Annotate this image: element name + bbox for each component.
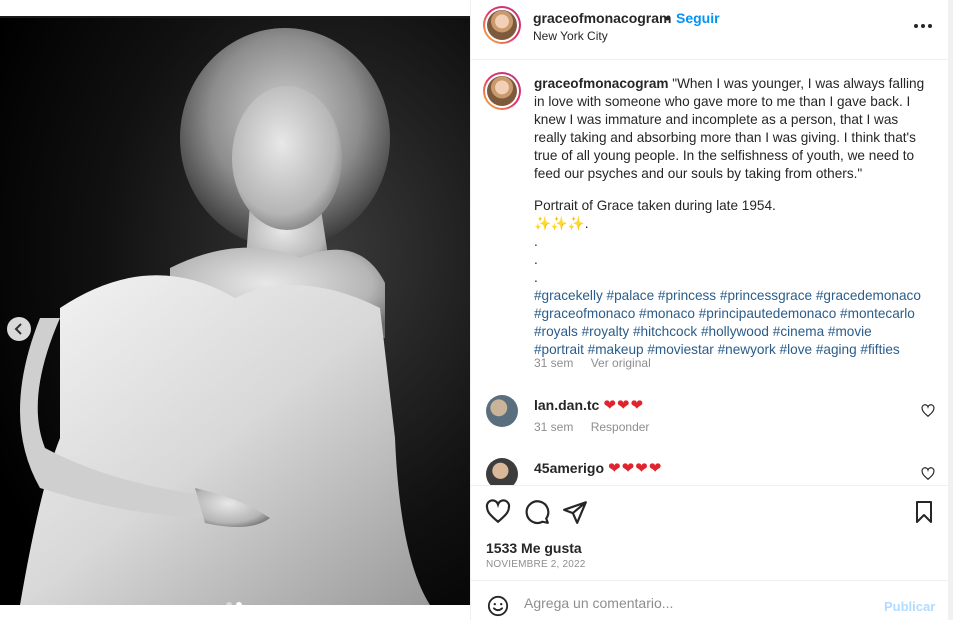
caption-avatar[interactable] <box>483 72 521 110</box>
follow-button[interactable]: Seguir <box>676 10 720 26</box>
author-avatar[interactable] <box>483 6 521 44</box>
comment-composer: Publicar <box>471 580 949 620</box>
caption-line: really taking and absorbing more than I … <box>534 130 916 145</box>
bookmark-icon[interactable] <box>912 499 936 525</box>
caption-dot: . <box>534 270 538 285</box>
post-date: NOVIEMBRE 2, 2022 <box>486 559 586 570</box>
like-heart-icon[interactable] <box>485 499 511 525</box>
commenter-avatar[interactable] <box>486 458 518 485</box>
photo-top-border <box>0 0 470 18</box>
commenter-username[interactable]: lan.dan.tc <box>534 397 599 413</box>
caption-emojis: ✨✨✨. <box>534 216 589 231</box>
hashtag-line[interactable]: #graceofmonaco #monaco #principautedemon… <box>534 305 929 323</box>
reply-button[interactable]: Responder <box>591 420 650 434</box>
header-separator: • <box>665 10 670 26</box>
hashtag-line[interactable]: #gracekelly #palace #princess #princessg… <box>534 287 929 305</box>
comment-meta: 31 sem Responder <box>534 420 649 434</box>
more-horizontal-icon <box>914 24 918 28</box>
comment-input[interactable] <box>524 592 864 614</box>
action-bar: 1533 Me gusta NOVIEMBRE 2, 2022 <box>471 485 949 580</box>
caption-section: graceofmonacogram "When I was younger, I… <box>471 60 949 485</box>
share-send-icon[interactable] <box>562 499 588 525</box>
caption-line: knew I was immature and incomplete as a … <box>534 112 899 127</box>
hashtag-line[interactable]: #royals #royalty #hitchcock #hollywood #… <box>534 323 929 341</box>
caption-dot: . <box>534 252 538 267</box>
carousel-prev-button[interactable] <box>7 317 31 341</box>
commenter-username[interactable]: 45amerigo <box>534 460 604 476</box>
more-options-button[interactable] <box>911 16 935 36</box>
scrollbar-track[interactable] <box>948 0 953 620</box>
caption-line: in love with someone who gave more to me… <box>534 94 911 109</box>
caption-line: true of all young people. In the selfish… <box>534 148 915 163</box>
post-header: graceofmonacogram • Seguir New York City <box>471 0 949 60</box>
post-photo[interactable] <box>0 18 470 605</box>
author-username[interactable]: graceofmonacogram <box>533 10 671 26</box>
commenter-avatar[interactable] <box>486 395 518 427</box>
heart-outline-icon[interactable] <box>921 404 935 418</box>
like-count[interactable]: 1533 Me gusta <box>486 540 582 556</box>
caption-line: feed our psyches and our souls by taking… <box>534 166 863 181</box>
comment-text: ❤❤❤❤ <box>608 460 663 477</box>
caption-time: 31 sem <box>534 356 574 370</box>
comment-text: ❤❤❤ <box>603 397 645 414</box>
photo-pane <box>0 0 470 620</box>
caption-username[interactable]: graceofmonacogram <box>534 76 668 91</box>
comment-time: 31 sem <box>534 420 574 434</box>
post-location[interactable]: New York City <box>533 29 608 43</box>
caption-portrait-note: Portrait of Grace taken during late 1954… <box>534 198 776 213</box>
caption-text: graceofmonacogram "When I was younger, I… <box>534 75 929 359</box>
caption-dot: . <box>534 234 538 249</box>
caption-meta: 31 sem Ver original <box>534 356 651 370</box>
post-details-panel: graceofmonacogram • Seguir New York City… <box>470 0 949 620</box>
photo-bottom-margin <box>0 605 470 620</box>
see-original-button[interactable]: Ver original <box>591 356 651 370</box>
emoji-smiley-icon[interactable] <box>487 595 509 617</box>
comment-bubble-icon[interactable] <box>524 499 550 525</box>
caption-line: graceofmonacogram "When I was younger, I… <box>534 76 925 91</box>
publish-button[interactable]: Publicar <box>884 599 935 614</box>
portrait-image <box>0 18 470 605</box>
heart-outline-icon[interactable] <box>921 467 935 481</box>
chevron-left-icon <box>14 323 22 335</box>
